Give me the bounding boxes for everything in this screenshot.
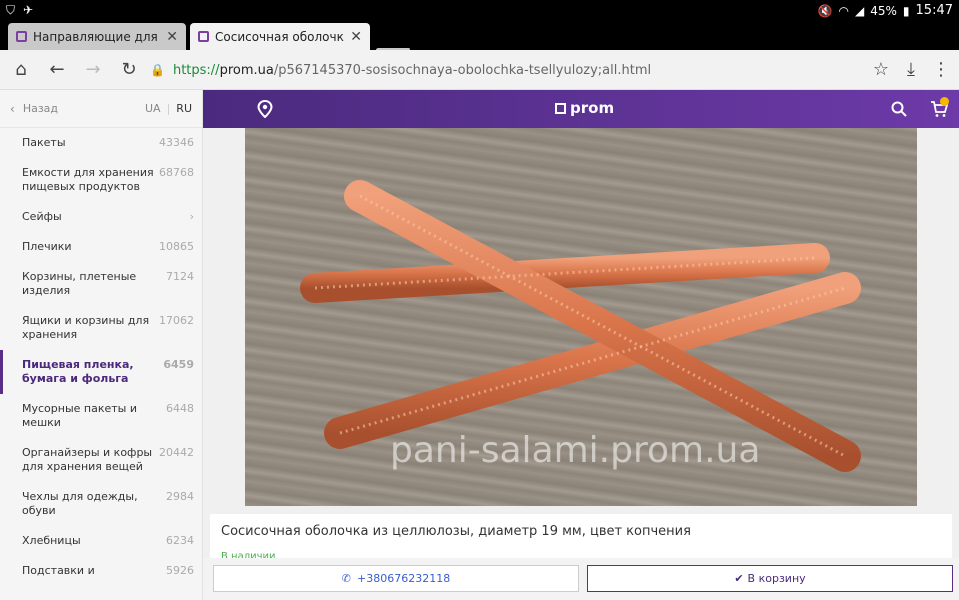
lang-ua[interactable]: UA [145, 102, 161, 115]
prom-favicon-icon [198, 31, 209, 42]
sidebar-item-label: Органайзеры и кофры для хранения вещей [22, 446, 153, 473]
sidebar-item-label: Пакеты [22, 136, 66, 149]
tab-title: Сосисочная оболочка из ц [215, 29, 344, 44]
prom-logo-mark-icon [555, 102, 566, 114]
shield-icon: ⛉ [6, 3, 16, 17]
address-bar[interactable]: 🔒 https:// prom.ua /p567145370-sosisochn… [150, 56, 860, 84]
chevron-left-icon[interactable]: ‹ [10, 102, 15, 116]
cart-badge [940, 97, 949, 106]
sidebar-item[interactable]: Пакеты 43346 [0, 128, 202, 158]
url-path: /p567145370-sosisochnaya-obolochka-tsell… [273, 62, 652, 78]
mute-icon: 🔇 [817, 3, 833, 18]
chevron-right-icon: › [189, 210, 194, 223]
sidebar-item[interactable]: Емкости для хранения пищевых продуктов 68… [0, 158, 202, 202]
back-icon[interactable]: ← [46, 59, 68, 81]
add-to-cart-button[interactable]: ✔ В корзину [587, 565, 953, 592]
sidebar-item-count: 2984 [166, 490, 194, 503]
logo-text: prom [570, 99, 615, 117]
sidebar-item-label: Сейфы [22, 210, 62, 223]
phone-number: +380676232118 [357, 572, 451, 585]
status-bar: ⛉ ✈ 🔇 ◠ ◢ 45% ▮ 15:47 [0, 0, 959, 20]
sidebar-item[interactable]: Органайзеры и кофры для хранения вещей 20… [0, 438, 202, 482]
sidebar-item-count: 6448 [166, 402, 194, 415]
tab-sosisochnaya[interactable]: Сосисочная оболочка из ц ✕ [190, 23, 370, 50]
url-scheme: https:// [172, 62, 220, 78]
sidebar-item-count: 43346 [159, 136, 194, 149]
download-icon[interactable]: ⤓ [900, 59, 922, 81]
sidebar-item-count: 6459 [163, 358, 194, 371]
sidebar-item[interactable]: Корзины, плетеные изделия 7124 [0, 262, 202, 306]
call-seller-button[interactable]: ✆ +380676232118 [213, 565, 579, 592]
checkmark-icon: ✔ [734, 572, 744, 585]
home-icon[interactable]: ⌂ [10, 59, 32, 81]
battery-icon: ▮ [902, 3, 910, 18]
sidebar-item[interactable]: Мусорные пакеты и мешки 6448 [0, 394, 202, 438]
sidebar-item-label: Чехлы для одежды, обуви [22, 490, 138, 517]
lock-icon: 🔒 [150, 63, 165, 77]
action-bar: ✆ +380676232118 ✔ В корзину [203, 558, 959, 600]
sidebar-item-label: Мусорные пакеты и мешки [22, 402, 137, 429]
sidebar-item-label: Плечики [22, 240, 72, 253]
language-switch: UA | RU [145, 102, 192, 115]
sidebar-item-label: Корзины, плетеные изделия [22, 270, 137, 297]
bookmark-star-icon[interactable]: ☆ [870, 59, 892, 81]
sidebar-item-label: Подставки и [22, 564, 95, 577]
location-pin-icon[interactable] [257, 100, 273, 118]
sidebar-item[interactable]: Чехлы для одежды, обуви 2984 [0, 482, 202, 526]
close-icon[interactable]: ✕ [166, 29, 178, 45]
tab-title: Направляющие для ящико [33, 29, 160, 44]
wifi-icon: ◠ [838, 3, 850, 18]
sidebar-item-count: 6234 [166, 534, 194, 547]
clock: 15:47 [915, 3, 953, 18]
sidebar-item-count: 20442 [159, 446, 194, 459]
photo-watermark: pani-salami.prom.ua [390, 430, 761, 471]
sidebar-item[interactable]: Ящики и корзины для хранения 17062 [0, 306, 202, 350]
sidebar-item-count: 7124 [166, 270, 194, 283]
sidebar-item[interactable]: Плечики 10865 [0, 232, 202, 262]
reload-icon[interactable]: ↻ [118, 59, 140, 81]
prom-favicon-icon [16, 31, 27, 42]
tab-napravlyayushchie[interactable]: Направляющие для ящико ✕ [8, 23, 186, 50]
signal-icon: ◢ [855, 3, 865, 18]
category-sidebar: ‹ Назад UA | RU Пакеты 43346 Емкости для … [0, 90, 203, 600]
sidebar-back-row: ‹ Назад UA | RU [0, 90, 202, 128]
sidebar-item[interactable]: Сейфы › [0, 202, 202, 232]
sidebar-item-active[interactable]: Пищевая пленка, бумага и фольга 6459 [0, 350, 202, 394]
main-content: prom pani-salami.prom.ua Сосисочная обол… [203, 90, 959, 600]
lang-separator: | [166, 102, 171, 115]
browser-toolbar: ⌂ ← → ↻ 🔒 https:// prom.ua /p567145370-s… [0, 50, 959, 90]
site-header: prom [203, 90, 959, 128]
sidebar-item-count: 68768 [159, 166, 194, 179]
search-icon[interactable] [891, 101, 907, 117]
sidebar-item-count: 10865 [159, 240, 194, 253]
airplane-icon: ✈ [23, 3, 34, 17]
prom-logo[interactable]: prom [555, 99, 614, 117]
sidebar-item-count: 5926 [166, 564, 194, 577]
tab-strip: Направляющие для ящико ✕ Сосисочная обол… [0, 20, 959, 62]
sidebar-item-label: Пищевая пленка, бумага и фольга [22, 358, 134, 385]
close-icon[interactable]: ✕ [350, 29, 362, 45]
phone-icon: ✆ [341, 572, 351, 585]
product-photo[interactable]: pani-salami.prom.ua [245, 128, 917, 506]
menu-dots-icon[interactable]: ⋮ [930, 59, 952, 81]
sidebar-item-label: Хлебницы [22, 534, 81, 547]
add-to-cart-label: В корзину [747, 572, 806, 585]
url-domain: prom.ua [219, 62, 274, 78]
product-title: Сосисочная оболочка из целлюлозы, диамет… [221, 524, 691, 539]
sidebar-item[interactable]: Подставки и 5926 [0, 556, 202, 586]
sidebar-item-count: 17062 [159, 314, 194, 327]
lang-ru[interactable]: RU [176, 102, 192, 115]
sidebar-item[interactable]: Хлебницы 6234 [0, 526, 202, 556]
forward-icon[interactable]: → [82, 59, 104, 81]
sidebar-item-label: Емкости для хранения пищевых продуктов [22, 166, 154, 193]
back-link[interactable]: Назад [23, 102, 58, 115]
battery-percent: 45% [870, 3, 897, 18]
sidebar-item-label: Ящики и корзины для хранения [22, 314, 150, 341]
